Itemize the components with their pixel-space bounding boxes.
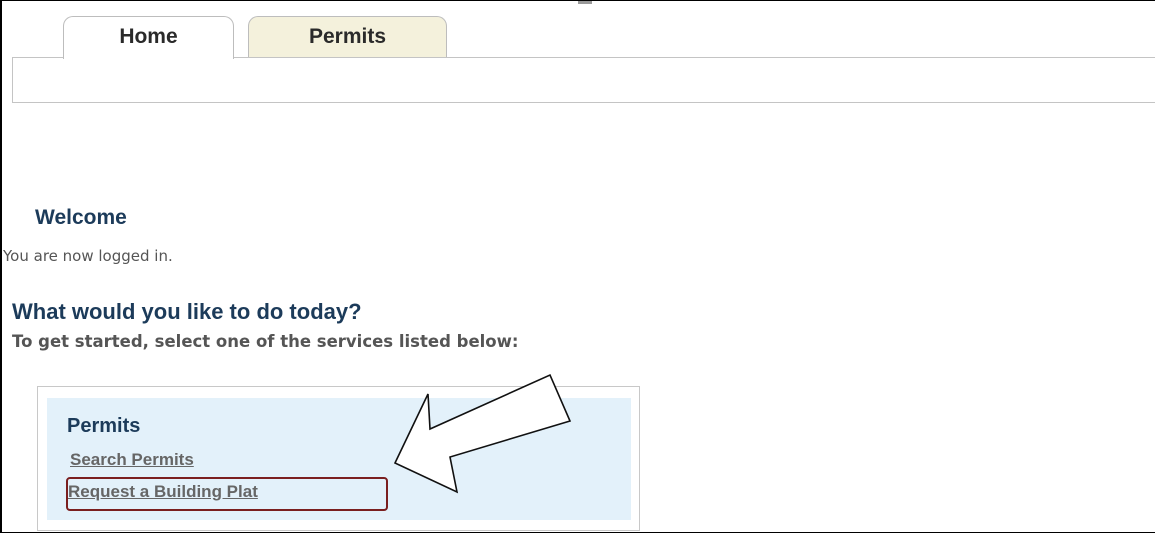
top-divider-mark: [578, 1, 592, 4]
request-building-plat-link[interactable]: Request a Building Plat: [68, 482, 258, 502]
services-box: Permits Search Permits Request a Buildin…: [37, 386, 640, 531]
tab-permits-label: Permits: [308, 25, 387, 48]
tab-home-label: Home: [119, 25, 178, 48]
sub-navigation-bar: [12, 57, 1155, 103]
instructions-text: To get started, select one of the servic…: [12, 332, 519, 351]
search-permits-link[interactable]: Search Permits: [70, 450, 194, 470]
login-status-text: You are now logged in.: [3, 247, 173, 265]
page-frame: Home Permits Welcome You are now logged …: [0, 0, 1155, 533]
service-title: Permits: [67, 415, 141, 437]
tab-permits[interactable]: Permits: [248, 16, 447, 57]
tab-home[interactable]: Home: [63, 16, 234, 59]
welcome-heading: Welcome: [35, 206, 127, 229]
permits-service-panel: Permits Search Permits Request a Buildin…: [47, 398, 631, 520]
page-question: What would you like to do today?: [12, 299, 362, 324]
